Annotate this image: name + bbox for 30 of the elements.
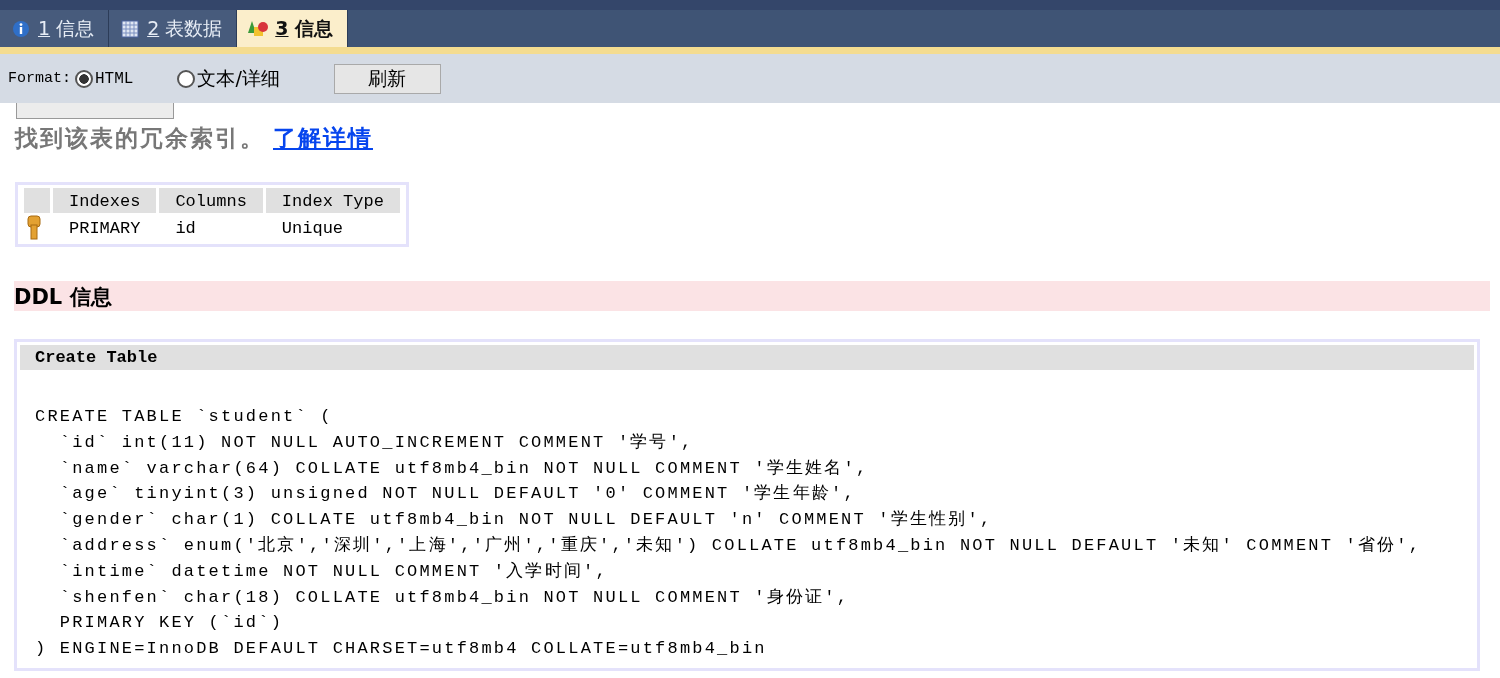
code-line: `address` enum('北京','深圳','上海','广州','重庆','未知') COLLATE utf8mb4_bin NOT NULL DEFAULT '未知' COMMENT '省份', (58, 535, 1423, 557)
column-header: Index Type (265, 188, 400, 213)
tab[interactable]: 2 表数据 (109, 10, 238, 47)
code-line: `id` int(11) NOT NULL AUTO_INCREMENT COMMENT '学号', (58, 431, 695, 454)
column-header: Indexes (53, 188, 157, 213)
hint-text: 找到该表的冗余索引。 了解详情 (15, 124, 374, 153)
tab[interactable]: 3 信息 (237, 10, 349, 47)
tab[interactable]: 1 信息 (0, 10, 110, 47)
radio-option[interactable]: 文本/详细 (177, 65, 280, 92)
table-cell-text: PRIMARY (68, 218, 142, 240)
learn-more-link[interactable]: 了解详情 (273, 125, 373, 151)
panel-title: Create Table (20, 345, 1474, 370)
code-line: `name` varchar(64) COLLATE utf8mb4_bin NOT NULL COMMENT '学生姓名', (58, 457, 870, 480)
radio-option[interactable]: HTML (75, 69, 134, 88)
table-cell-text: Unique (280, 218, 345, 240)
code-line: CREATE TABLE `student` ( (35, 406, 334, 428)
table-cell-text: id (174, 218, 197, 240)
code-line: `shenfen` char(18) COLLATE utf8mb4_bin NOT NULL COMMENT '身份证', (58, 586, 851, 609)
section-heading: DDL 信息 (14, 281, 1490, 311)
code-line: PRIMARY KEY (`id`) (58, 612, 285, 635)
table-icon (119, 18, 142, 39)
button[interactable] (16, 103, 174, 119)
code-line: `gender` char(1) COLLATE utf8mb4_bin NOT NULL DEFAULT 'n' COMMENT '学生性别', (58, 509, 994, 532)
info-icon (10, 18, 32, 39)
code-line: ) ENGINE=InnoDB DEFAULT CHARSET=utf8mb4 COLLATE=utf8mb4_bin (35, 638, 768, 661)
format-label: Format: (8, 70, 71, 87)
code-line: `intime` datetime NOT NULL COMMENT '入学时间', (58, 560, 609, 583)
refresh-button[interactable]: 刷新 (333, 63, 441, 94)
code-line: `age` tinyint(3) unsigned NOT NULL DEFAULT '0' COMMENT '学生年龄', (58, 483, 857, 506)
column-header: Columns (159, 188, 263, 213)
